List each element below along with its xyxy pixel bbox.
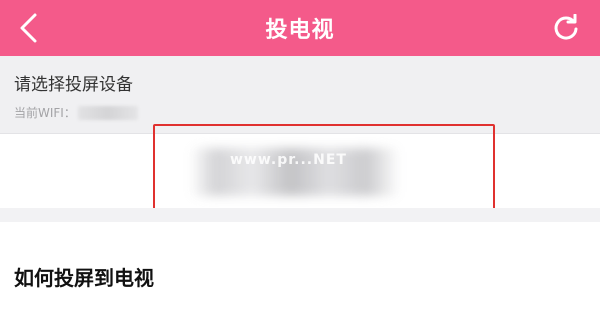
- page-title: 投电视: [265, 18, 335, 43]
- device-list-item[interactable]: www.pr...NET: [190, 144, 400, 200]
- wifi-label: 当前WIFI：: [14, 106, 76, 120]
- watermark-text: www.pr...NET: [230, 152, 347, 168]
- refresh-button[interactable]: [546, 8, 586, 48]
- device-list: www.pr...NET: [0, 134, 600, 214]
- section-title: 请选择投屏设备: [14, 75, 133, 95]
- howto-section: 如何投屏到电视: [0, 222, 600, 319]
- app-header: 投电视: [0, 0, 600, 56]
- device-select-section: 请选择投屏设备 当前WIFI：: [0, 56, 600, 134]
- howto-title[interactable]: 如何投屏到电视: [14, 262, 154, 291]
- chevron-left-icon: [20, 13, 37, 43]
- wifi-name-redacted: [77, 105, 138, 120]
- back-button[interactable]: [8, 8, 48, 48]
- current-wifi-row: 当前WIFI：: [14, 104, 138, 121]
- section-divider: [0, 208, 600, 222]
- refresh-icon: [554, 14, 578, 40]
